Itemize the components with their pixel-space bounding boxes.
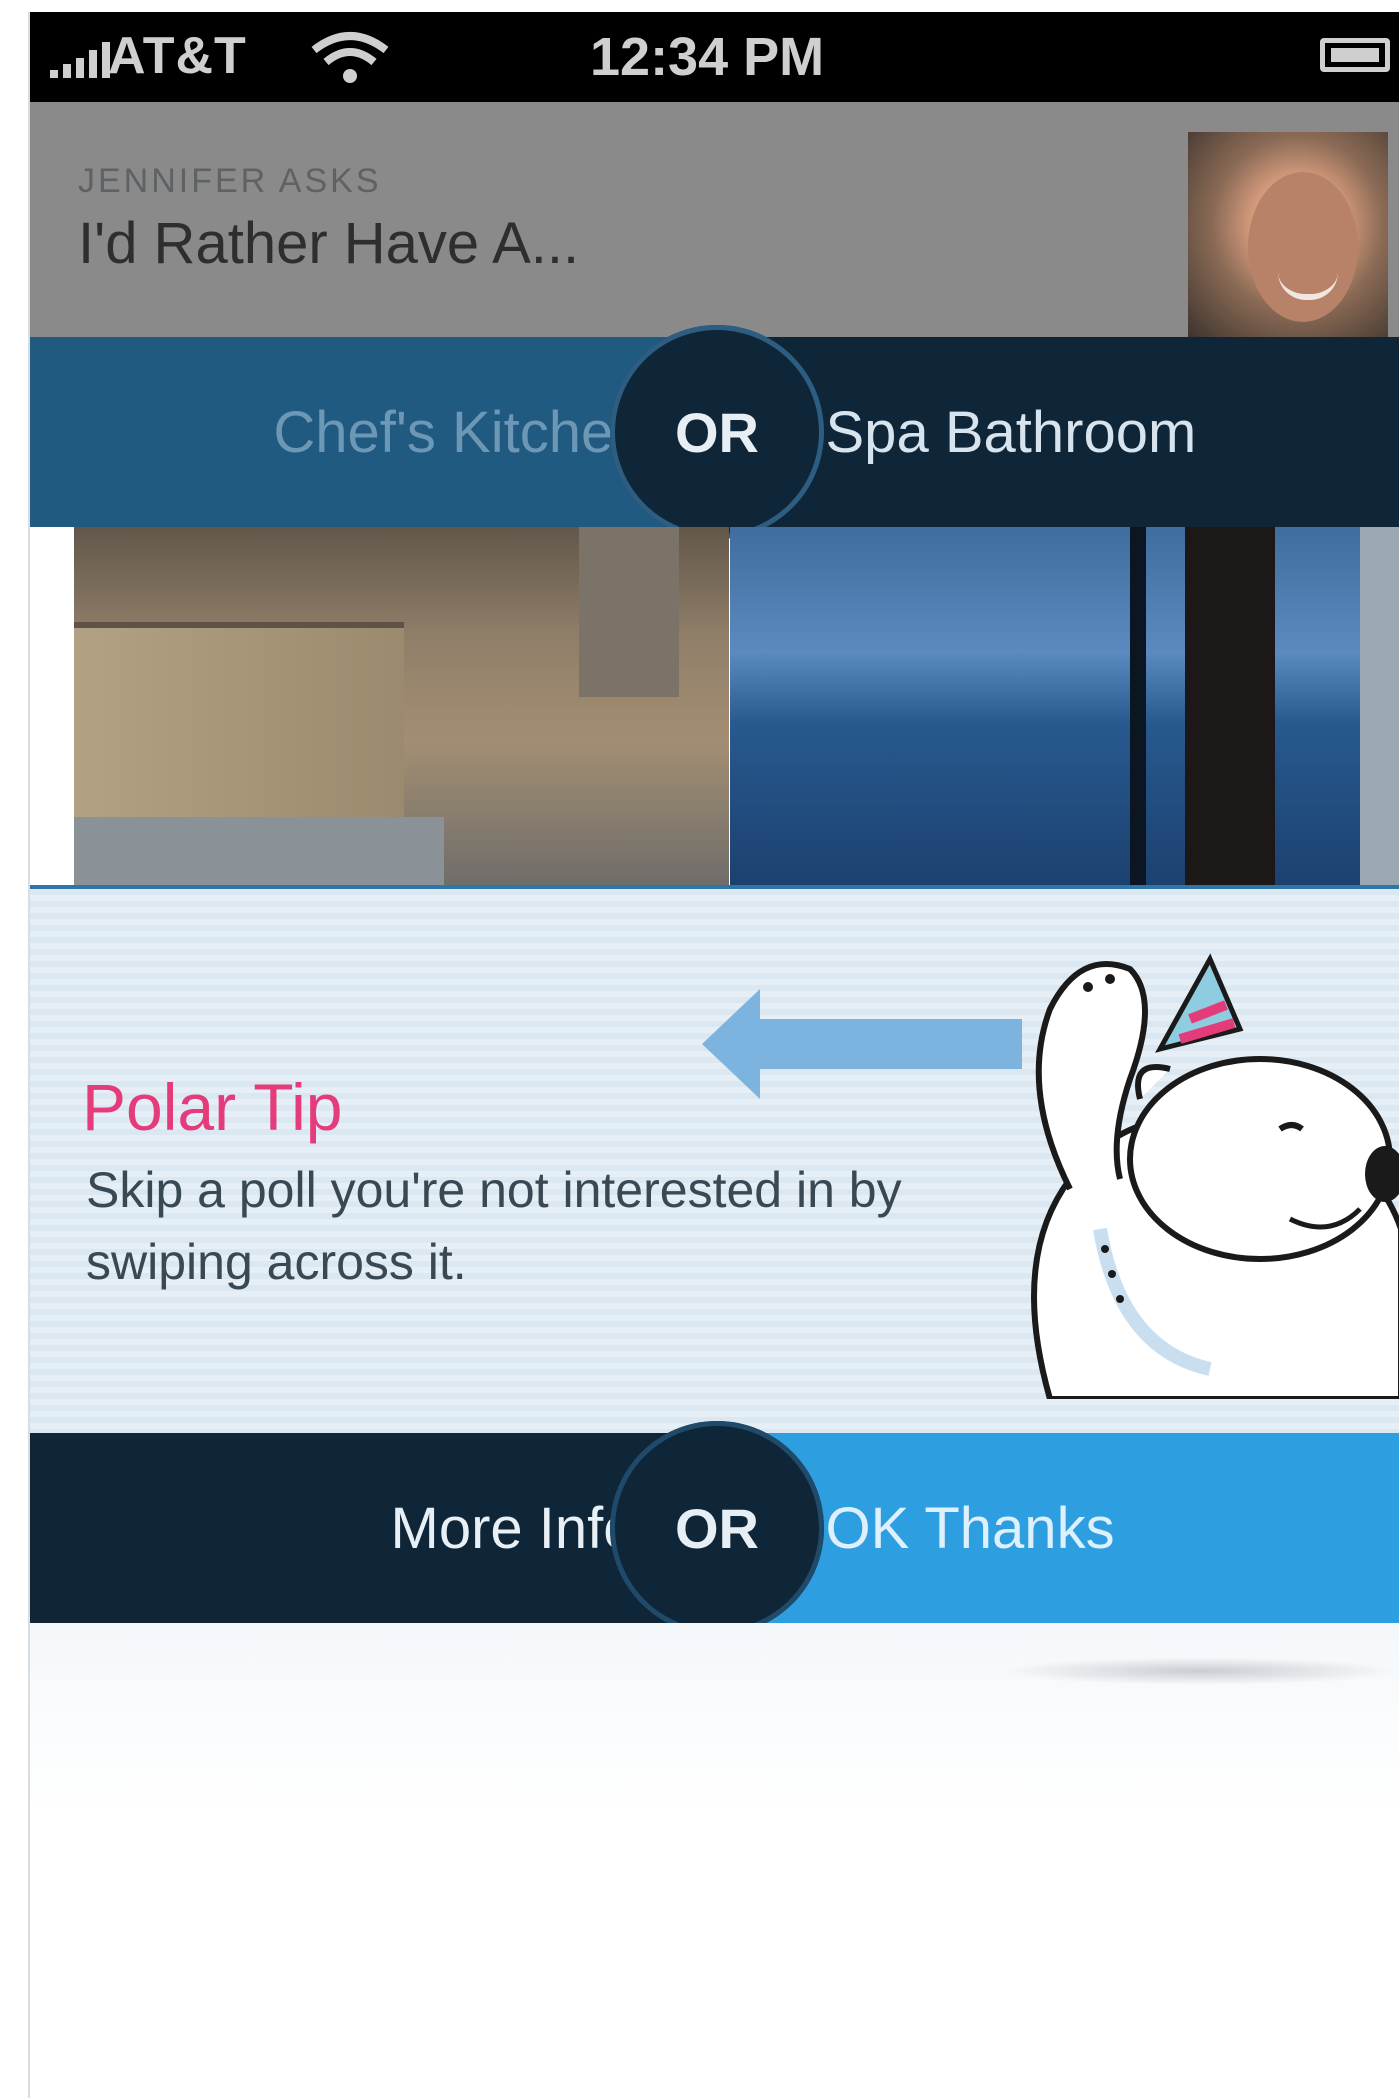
window-pillar — [1185, 527, 1275, 885]
empty-content-area — [30, 1623, 1399, 2098]
question-header: JENNIFER ASKS I'd Rather Have A... — [30, 102, 1399, 337]
wifi-icon — [311, 32, 389, 83]
poll-options-band: Chef's Kitchen Spa Bathroom OR — [30, 325, 1399, 539]
polar-bear-mascot-icon — [1031, 953, 1399, 1399]
mascot-shadow — [1000, 1657, 1399, 1685]
window-frame — [1130, 527, 1146, 885]
ok-thanks-label: OK Thanks — [825, 1495, 1115, 1561]
or-badge: OR — [610, 1421, 824, 1635]
kitchen-hood — [579, 527, 679, 697]
kitchen-counter — [74, 817, 444, 885]
swipe-left-arrow-icon — [702, 989, 1022, 1099]
question-title: I'd Rather Have A... — [78, 211, 580, 276]
or-badge: OR — [610, 325, 824, 539]
asker-label: JENNIFER ASKS — [78, 162, 382, 200]
more-info-label: More Info — [390, 1495, 636, 1561]
signal-icon — [50, 42, 110, 78]
kitchen-image[interactable] — [74, 527, 729, 885]
option-b-label: Spa Bathroom — [825, 399, 1197, 465]
carrier-label: AT&T — [108, 27, 247, 85]
battery-icon — [1320, 38, 1390, 72]
app-screen: AT&T 12:34 PM JENNIFER ASKS I'd Rather H… — [28, 12, 1399, 2098]
window-edge — [1360, 527, 1399, 885]
tip-actions-band: More Info OK Thanks OR — [30, 1421, 1399, 1635]
status-time: 12:34 PM — [590, 27, 825, 87]
tip-body: Skip a poll you're not interested in by … — [86, 1162, 902, 1290]
option-a-label: Chef's Kitchen — [273, 399, 646, 465]
status-bar: AT&T 12:34 PM — [30, 12, 1399, 102]
polar-tip-panel: Polar Tip Skip a poll you're not interes… — [30, 885, 1399, 1437]
spa-image[interactable] — [730, 527, 1399, 885]
poll-images — [30, 527, 1399, 885]
asker-avatar[interactable] — [1188, 132, 1388, 337]
tip-title: Polar Tip — [82, 1070, 343, 1144]
